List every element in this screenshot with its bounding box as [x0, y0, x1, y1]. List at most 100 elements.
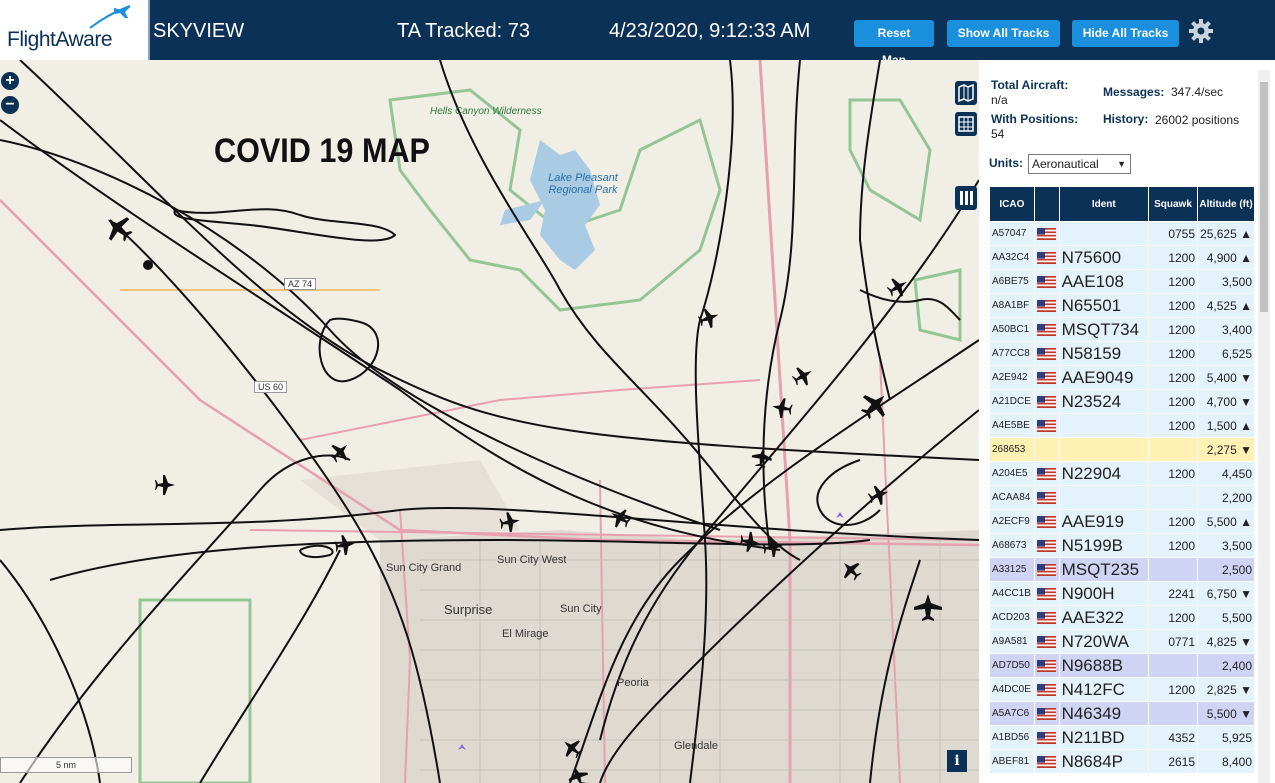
- grid-icon: [958, 116, 974, 132]
- with-positions-label: With Positions:: [991, 112, 1079, 126]
- table-row[interactable]: A204E5 N22904 1200 4,450: [990, 462, 1254, 485]
- table-row[interactable]: ACAA84 2,200: [990, 486, 1254, 509]
- map-base: [0, 60, 979, 783]
- ident-cell: N5199B: [1059, 534, 1148, 557]
- ident-cell: AAE108: [1059, 270, 1148, 293]
- table-row[interactable]: A33125 MSQT235 2,500: [990, 558, 1254, 581]
- altitude-cell: 2,200: [1198, 486, 1254, 509]
- flightaware-logo[interactable]: FlightAware: [0, 0, 150, 60]
- table-row[interactable]: 268653 2,275 ▼: [990, 438, 1254, 461]
- zoom-in-button[interactable]: +: [1, 72, 19, 90]
- col-ident[interactable]: Ident: [1059, 187, 1148, 221]
- altitude-cell: 2,275 ▼: [1198, 438, 1254, 461]
- table-row[interactable]: A68673 N5199B 1200 3,500: [990, 534, 1254, 557]
- table-row[interactable]: A57047 0755 25,625 ▲: [990, 222, 1254, 245]
- map-layer-button[interactable]: [955, 81, 977, 105]
- table-row[interactable]: A77CC8 N58159 1200 6,525: [990, 342, 1254, 365]
- squawk-cell: [1148, 702, 1198, 725]
- altitude-cell: 25,625 ▲: [1198, 222, 1254, 245]
- flag-icon: [1034, 702, 1059, 725]
- label-sun-city-west: Sun City West: [497, 554, 567, 566]
- aircraft-panel: Total Aircraft: n/a Messages: 347.4/sec …: [979, 60, 1275, 783]
- messages-label: Messages:: [1103, 85, 1165, 99]
- label-el-mirage: El Mirage: [502, 628, 549, 640]
- hide-all-tracks-button[interactable]: Hide All Tracks: [1072, 20, 1179, 47]
- icao-cell: AA32C4: [990, 246, 1034, 269]
- label-sun-city-grand: Sun City Grand: [386, 562, 462, 574]
- table-row[interactable]: A21DCE N23524 1200 4,700 ▼: [990, 390, 1254, 413]
- total-aircraft-label: Total Aircraft:: [991, 78, 1069, 92]
- col-icao[interactable]: ICAO: [990, 187, 1034, 221]
- icao-cell: A33125: [990, 558, 1034, 581]
- flag-icon: [1034, 582, 1059, 605]
- reset-map-button[interactable]: Reset Map: [854, 20, 934, 67]
- flag-icon: [1034, 246, 1059, 269]
- ident-cell: AAE919: [1059, 510, 1148, 533]
- ident-cell: MSQT235: [1059, 558, 1148, 581]
- table-row[interactable]: A4CC1B N900H 2241 6,750 ▼: [990, 582, 1254, 605]
- label-lake-pleasant: Lake Pleasant Regional Park: [548, 172, 618, 196]
- table-row[interactable]: A4DC0E N412FC 1200 2,825 ▼: [990, 678, 1254, 701]
- aircraft-marker: [108, 217, 133, 242]
- table-row[interactable]: AA32C4 N75600 1200 4,900 ▲: [990, 246, 1254, 269]
- table-row[interactable]: A2ECF9 AAE919 1200 5,500 ▲: [990, 510, 1254, 533]
- scrollbar-thumb[interactable]: [1260, 82, 1268, 312]
- aircraft-table-wrap: ICAO Ident Squawk Altitude (ft) A57047 07…: [989, 186, 1255, 783]
- flag-icon: [1034, 534, 1059, 557]
- flag-icon: [1034, 222, 1059, 245]
- squawk-cell: 1200: [1148, 414, 1198, 437]
- altitude-cell: 2,500: [1198, 558, 1254, 581]
- squawk-cell: [1148, 654, 1198, 677]
- table-row[interactable]: ACD203 AAE322 1200 5,500: [990, 606, 1254, 629]
- map-canvas[interactable]: COVID 19 MAP Hells Canyon Wilderness Lak…: [0, 60, 979, 783]
- ident-cell: N412FC: [1059, 678, 1148, 701]
- icao-cell: A21DCE: [990, 390, 1034, 413]
- icao-cell: A77CC8: [990, 342, 1034, 365]
- messages-value: 347.4/sec: [1171, 85, 1224, 99]
- grid-button[interactable]: [955, 112, 977, 136]
- table-row[interactable]: A8A1BF N65501 1200 4,525 ▲: [990, 294, 1254, 317]
- squawk-cell: 1200: [1148, 270, 1198, 293]
- ident-cell: N211BD: [1059, 726, 1148, 749]
- flag-icon: [1034, 606, 1059, 629]
- table-row[interactable]: ABEF81 N8684P 2615 8,400: [990, 750, 1254, 773]
- label-surprise: Surprise: [444, 602, 493, 617]
- zoom-out-button[interactable]: −: [1, 96, 19, 114]
- table-row[interactable]: A9A581 N720WA 0771 4,825 ▼: [990, 630, 1254, 653]
- show-all-tracks-button[interactable]: Show All Tracks: [947, 20, 1060, 47]
- col-flag[interactable]: [1034, 187, 1059, 221]
- icao-cell: ACD203: [990, 606, 1034, 629]
- table-row[interactable]: AD7D50 N9688B 2,400: [990, 654, 1254, 677]
- table-row[interactable]: A1BD56 N211BD 4352 5,925: [990, 726, 1254, 749]
- altitude-cell: 4,450: [1198, 462, 1254, 485]
- altitude-cell: 4,900 ▲: [1198, 246, 1254, 269]
- highway-shield: US 60: [254, 381, 288, 393]
- table-row[interactable]: A6BE75 AAE108 1200 3,500: [990, 270, 1254, 293]
- units-label: Units:: [989, 156, 1023, 170]
- table-row[interactable]: A5A7C6 N46349 5,500 ▼: [990, 702, 1254, 725]
- ident-cell: N9688B: [1059, 654, 1148, 677]
- altitude-cell: 8,400: [1198, 750, 1254, 773]
- units-select[interactable]: Aeronautical: [1028, 154, 1131, 174]
- gear-icon[interactable]: [1188, 18, 1214, 44]
- altitude-cell: 3,400: [1198, 318, 1254, 341]
- squawk-cell: 1200: [1148, 462, 1198, 485]
- icao-cell: ABEF81: [990, 750, 1034, 773]
- aircraft-marker: [329, 444, 348, 463]
- flag-icon: [1034, 726, 1059, 749]
- ident-cell: N75600: [1059, 246, 1148, 269]
- icao-cell: A8A1BF: [990, 294, 1034, 317]
- icao-cell: ACAA84: [990, 486, 1034, 509]
- ident-cell: N8684P: [1059, 750, 1148, 773]
- flag-icon: [1034, 318, 1059, 341]
- info-icon[interactable]: i: [947, 750, 967, 772]
- table-row[interactable]: A2E942 AAE9049 1200 5,400 ▼: [990, 366, 1254, 389]
- history-value: 26002 positions: [1155, 113, 1240, 127]
- table-row[interactable]: A50BC1 MSQT734 1200 3,400: [990, 318, 1254, 341]
- table-row[interactable]: A4E5BE 1200 1,500 ▲: [990, 414, 1254, 437]
- ident-cell: N46349: [1059, 702, 1148, 725]
- altitude-cell: 2,400: [1198, 654, 1254, 677]
- col-altitude[interactable]: Altitude (ft): [1198, 187, 1254, 221]
- col-squawk[interactable]: Squawk: [1148, 187, 1198, 221]
- column-toggle-button[interactable]: [955, 186, 977, 210]
